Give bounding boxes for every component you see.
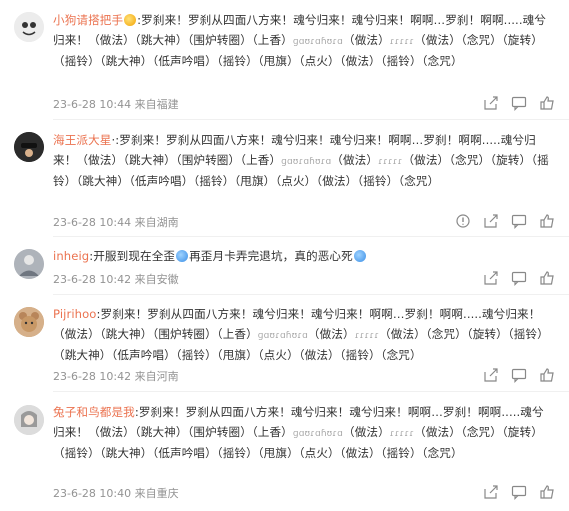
- share-icon[interactable]: [483, 367, 499, 383]
- comment-meta: 23-6-28 10:44 来自福建: [53, 96, 179, 112]
- comment-meta: 23-6-28 10:42 来自河南: [53, 368, 179, 384]
- emoji-icon: [124, 14, 137, 26]
- timestamp: 23-6-28 10:44: [53, 98, 132, 111]
- comment-icon[interactable]: [511, 95, 527, 111]
- comment-actions: [483, 484, 555, 500]
- divider: [53, 391, 569, 392]
- location: 来自重庆: [134, 487, 179, 500]
- avatar[interactable]: [14, 249, 44, 279]
- location: 来自安徽: [134, 273, 179, 286]
- share-icon[interactable]: [483, 95, 499, 111]
- avatar[interactable]: [14, 405, 44, 435]
- comment-actions: [483, 367, 555, 383]
- username-link[interactable]: 兔子和鸟都是我: [53, 405, 135, 419]
- username-link[interactable]: Pijrihoo: [53, 307, 97, 321]
- divider: [53, 119, 569, 120]
- share-icon[interactable]: [483, 484, 499, 500]
- location: 来自湖南: [134, 216, 179, 229]
- username-link[interactable]: 海王派大星: [53, 133, 111, 147]
- comment-actions: [455, 213, 555, 229]
- thumbs-up-icon[interactable]: [539, 270, 555, 286]
- comment-text: 小狗请搭把手:罗刹来！罗刹从四面八方来！魂兮归来！魂兮归来！啊啊…罗刹！啊啊..…: [53, 13, 547, 69]
- comment-text: inheig:开服到现在全歪 再歪月卡弄完退坑，真的恶心死: [53, 247, 553, 267]
- timestamp: 23-6-28 10:40: [53, 487, 132, 500]
- comment-meta: 23-6-28 10:42 来自安徽: [53, 271, 179, 287]
- comment-actions: [483, 270, 555, 286]
- timestamp: 23-6-28 10:44: [53, 216, 132, 229]
- thumbs-up-icon[interactable]: [539, 484, 555, 500]
- timestamp: 23-6-28 10:42: [53, 273, 132, 286]
- timestamp: 23-6-28 10:42: [53, 370, 132, 383]
- divider: [53, 236, 569, 237]
- thumbs-up-icon[interactable]: [539, 367, 555, 383]
- comment-icon[interactable]: [511, 270, 527, 286]
- comment-icon[interactable]: [511, 213, 527, 229]
- emoji-icon: [353, 250, 366, 262]
- emoji-icon: [176, 250, 189, 262]
- comment-text: 兔子和鸟都是我:罗刹来！罗刹从四面八方来！魂兮归来！魂兮归来！啊啊…罗刹！啊啊.…: [53, 405, 544, 461]
- comment-text: 海王派大星·:罗刹来！罗刹从四面八方来！魂兮归来！魂兮归来！啊啊…罗刹！啊啊..…: [53, 133, 549, 189]
- location: 来自福建: [134, 98, 179, 111]
- divider: [53, 294, 569, 295]
- report-icon[interactable]: [455, 213, 471, 229]
- comment-text: Pijrihoo:罗刹来！罗刹从四面八方来！魂兮归来！魂兮归来！啊啊…罗刹！啊啊…: [53, 307, 549, 363]
- share-icon[interactable]: [483, 213, 499, 229]
- avatar[interactable]: [14, 132, 44, 162]
- avatar[interactable]: [14, 307, 44, 337]
- comment-meta: 23-6-28 10:44 来自湖南: [53, 214, 179, 230]
- comment-actions: [483, 95, 555, 111]
- location: 来自河南: [134, 370, 179, 383]
- username-link[interactable]: inheig: [53, 249, 89, 263]
- share-icon[interactable]: [483, 270, 499, 286]
- avatar[interactable]: [14, 12, 44, 42]
- thumbs-up-icon[interactable]: [539, 95, 555, 111]
- thumbs-up-icon[interactable]: [539, 213, 555, 229]
- comment-icon[interactable]: [511, 367, 527, 383]
- comment-icon[interactable]: [511, 484, 527, 500]
- username-link[interactable]: 小狗请搭把手: [53, 13, 123, 27]
- comment-meta: 23-6-28 10:40 来自重庆: [53, 485, 179, 501]
